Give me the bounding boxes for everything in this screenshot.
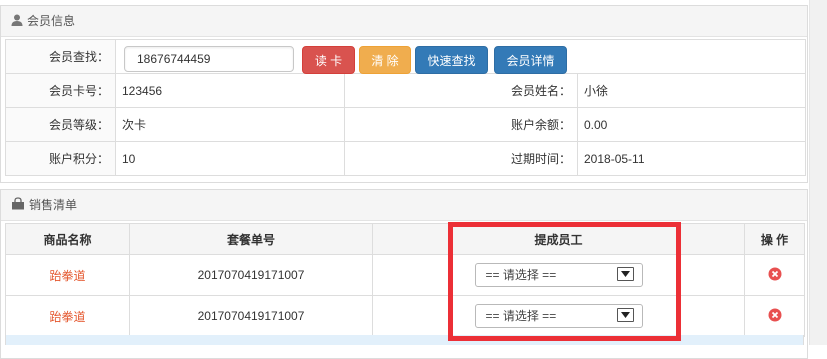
member-search-input[interactable] bbox=[124, 46, 294, 72]
chevron-down-icon[interactable] bbox=[616, 267, 634, 281]
card-no-value: 123456 bbox=[115, 73, 345, 108]
shopping-bag-icon bbox=[11, 191, 25, 221]
column-product: 商品名称 bbox=[5, 223, 130, 255]
clear-button[interactable]: 清 除 bbox=[359, 46, 411, 74]
info-row-3: 账户积分： 10 过期时间： 2018-05-11 bbox=[5, 141, 807, 176]
level-label: 会员等级： bbox=[5, 107, 116, 142]
delete-circle-icon[interactable] bbox=[768, 308, 782, 322]
name-value: 小徐 bbox=[576, 73, 807, 108]
package-no: 2017070419171007 bbox=[129, 254, 373, 296]
balance-value: 0.00 bbox=[576, 107, 807, 142]
sales-list-header: 销售清单 bbox=[1, 190, 807, 221]
balance-label: 账户余额： bbox=[344, 107, 578, 142]
sales-table: 商品名称 套餐单号 提成员工 操 作 跆拳道 2017070419171007 … bbox=[5, 223, 805, 337]
points-label: 账户积分： bbox=[5, 141, 116, 176]
column-package-no: 套餐单号 bbox=[129, 223, 373, 255]
info-row-1: 会员卡号： 123456 会员姓名： 小徐 bbox=[5, 73, 807, 108]
staff-select[interactable]: == 请选择 == bbox=[474, 263, 643, 287]
column-action: 操 作 bbox=[744, 223, 805, 255]
member-info-title: 会员信息 bbox=[27, 14, 76, 28]
expire-value: 2018-05-11 bbox=[576, 141, 807, 176]
staff-select-value: == 请选择 == bbox=[485, 268, 557, 282]
user-icon bbox=[11, 7, 23, 37]
info-row-2: 会员等级： 次卡 账户余额： 0.00 bbox=[5, 107, 807, 142]
chevron-down-icon[interactable] bbox=[616, 308, 634, 322]
member-detail-button[interactable]: 会员详情 bbox=[494, 46, 567, 74]
staff-select-value: == 请选择 == bbox=[485, 309, 557, 323]
card-no-label: 会员卡号： bbox=[5, 73, 116, 108]
level-value: 次卡 bbox=[115, 107, 345, 142]
points-value: 10 bbox=[115, 141, 345, 176]
sales-list-title: 销售清单 bbox=[29, 198, 78, 212]
column-staff: 提成员工 bbox=[372, 223, 745, 255]
table-row: 跆拳道 2017070419171007 == 请选择 == bbox=[5, 295, 805, 337]
product-name[interactable]: 跆拳道 bbox=[49, 269, 85, 283]
expire-label: 过期时间： bbox=[344, 141, 578, 176]
package-no: 2017070419171007 bbox=[129, 295, 373, 337]
sales-table-header: 商品名称 套餐单号 提成员工 操 作 bbox=[5, 223, 805, 255]
staff-select[interactable]: == 请选择 == bbox=[474, 304, 643, 328]
table-row: 跆拳道 2017070419171007 == 请选择 == bbox=[5, 254, 805, 296]
vertical-scrollbar[interactable] bbox=[809, 0, 827, 345]
quick-search-button[interactable]: 快速查找 bbox=[415, 46, 488, 74]
table-row-selected[interactable] bbox=[5, 335, 804, 345]
member-info-header: 会员信息 bbox=[1, 6, 807, 37]
product-name[interactable]: 跆拳道 bbox=[49, 310, 85, 324]
read-card-button[interactable]: 读 卡 bbox=[302, 46, 355, 74]
search-label: 会员查找： bbox=[5, 39, 116, 74]
delete-circle-icon[interactable] bbox=[768, 267, 782, 281]
name-label: 会员姓名： bbox=[344, 73, 578, 108]
